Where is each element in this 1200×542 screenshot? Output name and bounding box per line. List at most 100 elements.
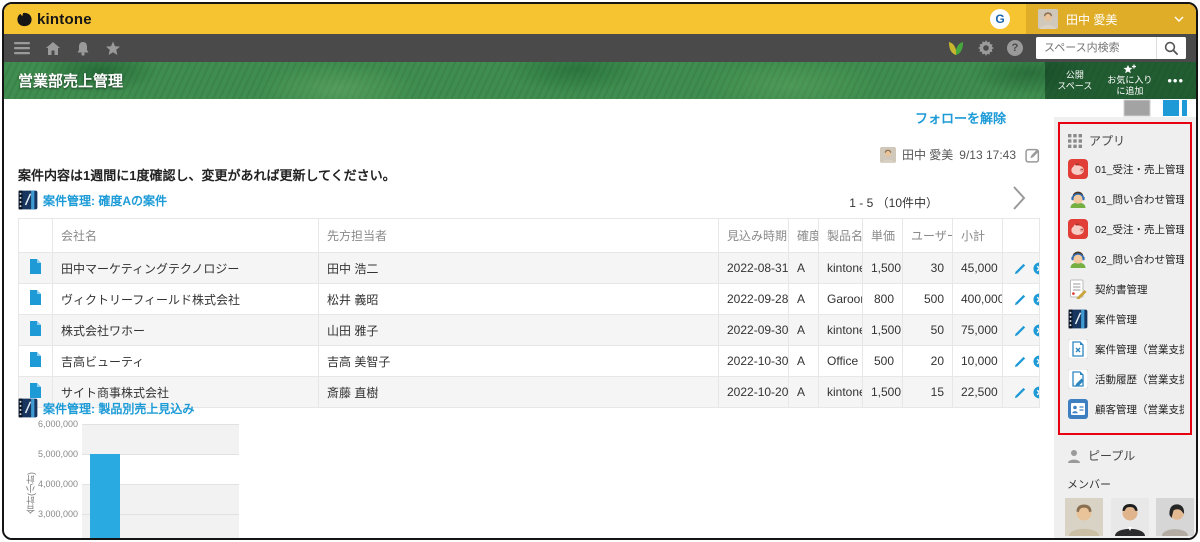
chart-gridband	[82, 424, 239, 454]
search-icon	[1164, 41, 1179, 56]
gear-icon[interactable]	[978, 40, 994, 56]
edit-record-icon[interactable]	[1014, 262, 1027, 275]
chevron-right-icon	[1012, 185, 1026, 211]
sidebar-app-order-sales-01[interactable]: 01_受注・売上管理	[1068, 159, 1184, 179]
y-tick-label: 3,000,000	[36, 509, 78, 519]
star-plus-icon	[1123, 64, 1136, 75]
piggy-bank-icon	[1068, 219, 1088, 239]
author-avatar	[880, 147, 896, 163]
post-timestamp: 9/13 17:43	[959, 148, 1016, 162]
y-tick-label: 4,000,000	[36, 479, 78, 489]
space-banner: 営業部売上管理 公開スペース お気に入りに追加 •••	[4, 62, 1196, 99]
y-tick-label: 5,000,000	[36, 449, 78, 459]
favorites-star-icon[interactable]	[105, 41, 121, 56]
record-doc-icon[interactable]	[29, 352, 42, 367]
help-icon[interactable]: ?	[1007, 40, 1023, 56]
people-panel-header[interactable]: ピープル	[1067, 447, 1193, 464]
g-service-badge[interactable]: G	[990, 9, 1010, 29]
public-space-label: 公開スペース	[1057, 70, 1092, 92]
members-label: メンバー	[1067, 476, 1193, 492]
pagination-label: 1 - 5 （10件中）	[849, 194, 938, 211]
member-tanaka[interactable]: 田中 愛美	[1065, 498, 1104, 540]
post-meta: 田中 愛美 9/13 17:43	[880, 146, 1044, 163]
space-search	[1036, 37, 1186, 59]
edit-record-icon[interactable]	[1014, 355, 1027, 368]
screen-frame: kintone G 田中 愛美 ? 営業部売上管理	[2, 2, 1198, 540]
sidebar-app-contracts[interactable]: 契約書管理	[1068, 279, 1184, 299]
pagination-next-button[interactable]	[1012, 185, 1026, 216]
sidebar-app-inquiry-01[interactable]: 01_問い合わせ管理	[1068, 189, 1184, 209]
space-actions: 公開スペース お気に入りに追加 •••	[1045, 62, 1196, 99]
logo-text: kintone	[37, 11, 92, 28]
layout-single-column-toggle[interactable]	[1123, 99, 1151, 117]
record-doc-icon[interactable]	[29, 321, 42, 336]
sidebar-app-activity-sfa[interactable]: 活動履歴（営業支援…	[1068, 369, 1184, 389]
deal-doc-icon	[1068, 339, 1088, 359]
user-menu[interactable]: 田中 愛美	[1026, 4, 1196, 34]
table-row: 田中マーケティングテクノロジー田中 浩二 2022-08-31A kintone…	[19, 253, 1040, 284]
delete-record-icon[interactable]	[1033, 293, 1040, 306]
support-headset-icon	[1068, 189, 1088, 209]
members-row: 田中 愛美 加藤 大輔 小林 恵	[1057, 498, 1193, 540]
top-bar: kintone G 田中 愛美	[4, 4, 1196, 34]
customer-book-icon	[1068, 399, 1088, 419]
home-icon[interactable]	[45, 41, 61, 56]
member-kato[interactable]: 加藤 大輔	[1111, 498, 1150, 540]
chart-bar[interactable]	[90, 454, 120, 540]
record-doc-icon[interactable]	[29, 383, 42, 398]
contract-doc-icon	[1068, 279, 1088, 299]
member-avatar	[1156, 498, 1194, 536]
sidebar-app-inquiry-02[interactable]: 02_問い合わせ管理	[1068, 249, 1184, 269]
chart-y-axis-title: 合計(小計)	[24, 453, 38, 533]
delete-record-icon[interactable]	[1033, 262, 1040, 275]
delete-record-icon[interactable]	[1033, 355, 1040, 368]
chevron-down-icon	[1174, 16, 1184, 22]
table-row: 株式会社ワホー山田 雅子 2022-09-30A kintone1,500 50…	[19, 315, 1040, 346]
search-input[interactable]	[1036, 37, 1156, 59]
unfollow-link[interactable]: フォローを解除	[915, 108, 1006, 127]
kintone-logo-icon	[16, 11, 33, 28]
record-doc-icon[interactable]	[29, 259, 42, 274]
search-button[interactable]	[1156, 37, 1186, 59]
user-name: 田中 愛美	[1066, 11, 1166, 28]
chart-app-link[interactable]: 案件管理: 製品別売上見込み	[18, 398, 194, 418]
space-title: 営業部売上管理	[18, 70, 123, 91]
notifications-bell-icon[interactable]	[76, 41, 90, 56]
apps-grid-icon	[1068, 134, 1082, 148]
beginner-leaf-icon[interactable]	[947, 40, 965, 56]
edit-record-icon[interactable]	[1014, 324, 1027, 337]
y-tick-label: 6,000,000	[36, 419, 78, 429]
piggy-bank-icon	[1068, 159, 1088, 179]
hamburger-menu-icon[interactable]	[14, 41, 30, 55]
space-notice: 案件内容は1週間に1度確認し、変更があれば更新してください。	[18, 165, 396, 184]
member-avatar	[1065, 498, 1103, 536]
sidebar-app-deals[interactable]: 案件管理	[1068, 309, 1184, 329]
sidebar-app-customers-sfa[interactable]: 顧客管理（営業支援…	[1068, 399, 1184, 419]
chart-plot-area	[82, 419, 239, 540]
post-author[interactable]: 田中 愛美	[902, 146, 953, 163]
table-app-link[interactable]: 案件管理: 確度Aの案件	[18, 190, 167, 210]
support-headset-icon	[1068, 249, 1088, 269]
kintone-logo[interactable]: kintone	[16, 11, 92, 28]
sidebar-app-order-sales-02[interactable]: 02_受注・売上管理	[1068, 219, 1184, 239]
space-body: フォローを解除 田中 愛美 9/13 17:43 案件内容は1週間に1度確認し、…	[4, 99, 1054, 540]
table-row: ヴィクトリーフィールド株式会社松井 義昭 2022-09-28A Garoon8…	[19, 284, 1040, 315]
delete-record-icon[interactable]	[1033, 386, 1040, 399]
record-doc-icon[interactable]	[29, 290, 42, 305]
person-icon	[1067, 449, 1081, 463]
member-kobayashi[interactable]: 小林 恵	[1156, 498, 1194, 540]
notebook-icon	[1068, 309, 1088, 329]
edit-record-icon[interactable]	[1014, 386, 1027, 399]
right-sidebar: アプリ 01_受注・売上管理 01_問い合わせ管理 02_受注・売上管理	[1054, 99, 1196, 540]
table-header-row: 会社名 先方担当者 見込み時期 確度 製品名 単価 ユーザー数 小計	[19, 219, 1040, 253]
table-row: 吉高ビューティ吉高 美智子 2022-10-30A Office500 2010…	[19, 346, 1040, 377]
more-options-button[interactable]: •••	[1167, 73, 1184, 88]
global-nav: ?	[4, 34, 1196, 62]
delete-record-icon[interactable]	[1033, 324, 1040, 337]
edit-body-icon[interactable]	[1025, 147, 1041, 163]
apps-panel-header: アプリ	[1068, 132, 1184, 149]
layout-two-column-toggle[interactable]	[1163, 99, 1188, 117]
add-favorite-button[interactable]: お気に入りに追加	[1107, 64, 1152, 97]
sidebar-app-deals-sfa[interactable]: 案件管理（営業支援…	[1068, 339, 1184, 359]
edit-record-icon[interactable]	[1014, 293, 1027, 306]
